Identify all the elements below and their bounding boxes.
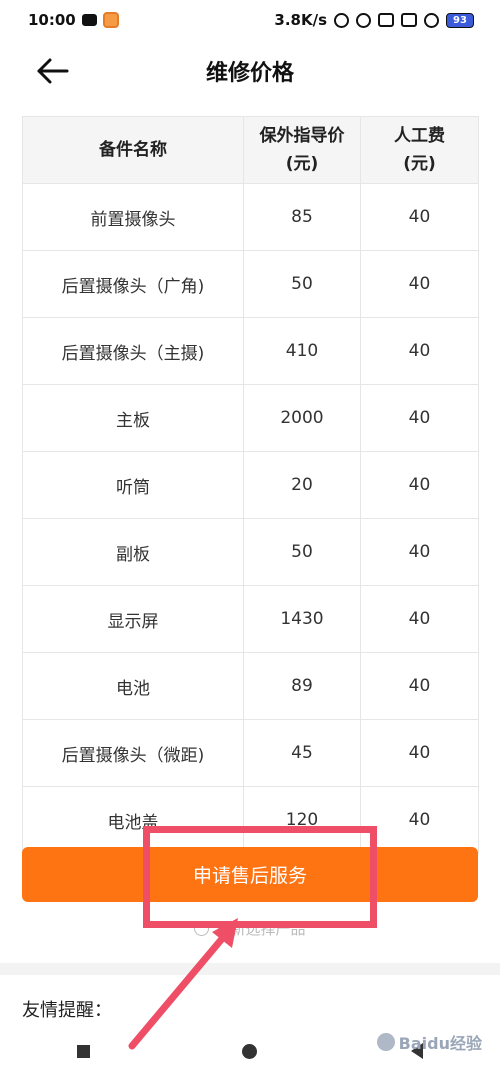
- table-row: 电池 89 40: [22, 652, 479, 720]
- labor-fee-cell: 40: [360, 518, 479, 586]
- back-arrow-icon: [37, 58, 69, 84]
- reminder-title: 友情提醒：: [22, 1000, 112, 1021]
- part-name-cell: 后置摄像头（广角): [22, 250, 244, 318]
- table-row: 前置摄像头 85 40: [22, 183, 479, 251]
- part-name-cell: 听筒: [22, 451, 244, 519]
- part-name-cell: 电池: [22, 652, 244, 720]
- sim-signal-icon: [378, 13, 394, 27]
- price-cell: 2000: [243, 384, 361, 452]
- home-button[interactable]: [220, 1031, 280, 1071]
- labor-fee-cell: 40: [360, 585, 479, 653]
- part-name-cell: 后置摄像头（微距): [22, 719, 244, 787]
- status-time: 10:00: [28, 11, 76, 29]
- part-name-cell: 前置摄像头: [22, 183, 244, 251]
- table-row: 后置摄像头（主摄) 410 40: [22, 317, 479, 385]
- home-icon: [242, 1043, 258, 1059]
- apply-after-sales-button[interactable]: 申请售后服务: [22, 847, 478, 902]
- table-row: 听筒 20 40: [22, 451, 479, 519]
- sim2-signal-icon: [401, 13, 417, 27]
- price-table: 备件名称 保外指导价 (元) 人工费 (元) 前置摄像头 85 40 后置摄像头（广角…: [22, 116, 479, 854]
- reselect-product-label: 重新选择产品: [215, 920, 306, 938]
- price-cell: 50: [243, 518, 361, 586]
- net-speed: 3.8K/s: [274, 11, 327, 29]
- baidu-paw-icon: [376, 1033, 395, 1051]
- part-name-cell: 后置摄像头（主摄): [22, 317, 244, 385]
- price-cell: 45: [243, 719, 361, 787]
- table-row: 主板 2000 40: [22, 384, 479, 452]
- table-row: 电池盖 120 40: [22, 786, 479, 854]
- battery-icon: 93: [446, 12, 474, 28]
- price-cell: 1430: [243, 585, 361, 653]
- table-row: 显示屏 1430 40: [22, 585, 479, 653]
- part-name-cell: 主板: [22, 384, 244, 452]
- recents-icon: [76, 1044, 90, 1058]
- switch-icon: [194, 921, 210, 936]
- header-labor-fee: 人工费 (元): [360, 116, 479, 184]
- table-row: 后置摄像头（微距) 45 40: [22, 719, 479, 787]
- part-name-cell: 副板: [22, 518, 244, 586]
- price-cell: 20: [243, 451, 361, 519]
- part-name-cell: 电池盖: [22, 786, 244, 854]
- price-cell: 85: [243, 183, 361, 251]
- table-header-row: 备件名称 保外指导价 (元) 人工费 (元): [22, 116, 479, 184]
- message-icon: [81, 14, 97, 26]
- status-bar: 10:00 3.8K/s 93: [0, 0, 500, 40]
- labor-fee-cell: 40: [360, 719, 479, 787]
- price-cell: 89: [243, 652, 361, 720]
- labor-fee-cell: 40: [360, 652, 479, 720]
- watermark: Baidu经验: [376, 1030, 482, 1054]
- page-title: 维修价格: [205, 61, 294, 86]
- recents-button[interactable]: [53, 1031, 113, 1071]
- alarm-icon: [356, 12, 371, 28]
- labor-fee-cell: 40: [360, 384, 479, 452]
- labor-fee-cell: 40: [360, 250, 479, 318]
- labor-fee-cell: 40: [360, 451, 479, 519]
- price-cell: 120: [243, 786, 361, 854]
- labor-fee-cell: 40: [360, 786, 479, 854]
- price-cell: 410: [243, 317, 361, 385]
- wifi-icon: [424, 12, 439, 28]
- table-row: 后置摄像头（广角) 50 40: [22, 250, 479, 318]
- section-divider: [0, 963, 500, 975]
- reselect-product-link[interactable]: 重新选择产品: [0, 918, 500, 939]
- header: 维修价格: [0, 40, 500, 102]
- price-cell: 50: [243, 250, 361, 318]
- header-out-of-warranty-price: 保外指导价 (元): [243, 116, 361, 184]
- labor-fee-cell: 40: [360, 183, 479, 251]
- mute-bell-icon: [334, 12, 349, 28]
- table-row: 副板 50 40: [22, 518, 479, 586]
- labor-fee-cell: 40: [360, 317, 479, 385]
- part-name-cell: 显示屏: [22, 585, 244, 653]
- app-notification-icon: [102, 12, 119, 28]
- back-button[interactable]: [36, 56, 70, 86]
- header-part-name: 备件名称: [22, 116, 244, 184]
